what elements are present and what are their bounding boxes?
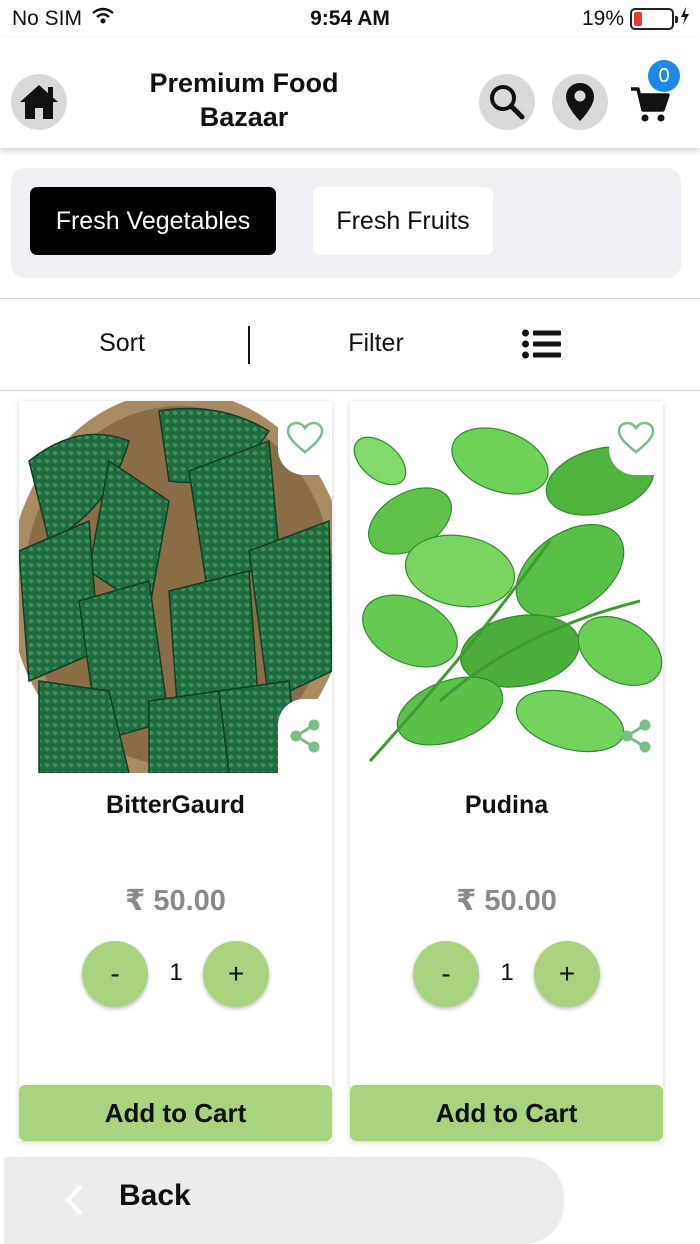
location-pin-icon (566, 83, 594, 121)
quantity-value: 1 (169, 959, 183, 986)
decrease-qty-button[interactable]: - (413, 941, 479, 1007)
search-button[interactable] (479, 74, 535, 130)
sort-filter-bar: Sort Filter (0, 298, 700, 391)
product-name[interactable]: BitterGaurd (19, 791, 332, 820)
filter-button[interactable]: Filter (316, 329, 436, 358)
back-button[interactable]: Back (4, 1157, 564, 1244)
home-button[interactable] (11, 74, 67, 130)
cart-button[interactable]: 0 (628, 60, 684, 124)
quantity-stepper: - 1 + (19, 941, 332, 1007)
product-card: BitterGaurd ₹ 50.00 - 1 + Add to Cart (19, 401, 332, 1141)
heart-icon (286, 421, 324, 454)
category-tabs: Fresh Vegetables Fresh Fruits (11, 168, 681, 278)
increase-qty-button[interactable]: + (203, 941, 269, 1007)
list-view-button[interactable] (522, 329, 562, 364)
divider (248, 326, 250, 364)
increase-qty-button[interactable]: + (534, 941, 600, 1007)
search-icon (490, 85, 525, 120)
quantity-value: 1 (500, 959, 514, 986)
quantity-stepper: - 1 + (350, 941, 663, 1007)
status-right: 19% (582, 7, 690, 31)
back-label: Back (119, 1179, 191, 1212)
battery-percent: 19% (581, 7, 624, 30)
list-view-icon (522, 329, 561, 359)
app-title-line1: Premium Food (149, 68, 339, 98)
app-header: Premium Food Bazaar 0 (0, 38, 700, 148)
cart-count-badge: 0 (648, 60, 680, 92)
product-price: ₹ 50.00 (456, 885, 557, 917)
location-button[interactable] (552, 74, 608, 130)
battery-icon (630, 8, 678, 30)
product-image[interactable] (350, 401, 663, 773)
heart-icon (617, 421, 655, 454)
status-bar: No SIM 9:54 AM 19% (0, 0, 700, 38)
chevron-left-icon (66, 1185, 82, 1215)
product-price: ₹ 50.00 (125, 885, 226, 917)
app-title: Premium Food Bazaar (118, 66, 370, 134)
battery-level (634, 12, 642, 26)
share-icon (621, 719, 651, 753)
sort-button[interactable]: Sort (62, 329, 182, 358)
app-title-line2: Bazaar (199, 102, 289, 132)
share-icon (290, 719, 320, 753)
product-card: Pudina ₹ 50.00 - 1 + Add to Cart (350, 401, 663, 1141)
product-name[interactable]: Pudina (350, 791, 663, 820)
add-to-cart-button[interactable]: Add to Cart (19, 1085, 332, 1141)
decrease-qty-button[interactable]: - (82, 941, 148, 1007)
tab-fresh-vegetables[interactable]: Fresh Vegetables (30, 187, 276, 255)
wishlist-button[interactable] (278, 401, 332, 475)
add-to-cart-button[interactable]: Add to Cart (350, 1085, 663, 1141)
home-icon (20, 85, 58, 119)
share-button[interactable] (278, 699, 332, 773)
charging-icon (680, 7, 690, 31)
tab-fresh-fruits[interactable]: Fresh Fruits (313, 187, 493, 255)
share-button[interactable] (609, 699, 663, 773)
product-image[interactable] (19, 401, 332, 773)
wishlist-button[interactable] (609, 401, 663, 475)
